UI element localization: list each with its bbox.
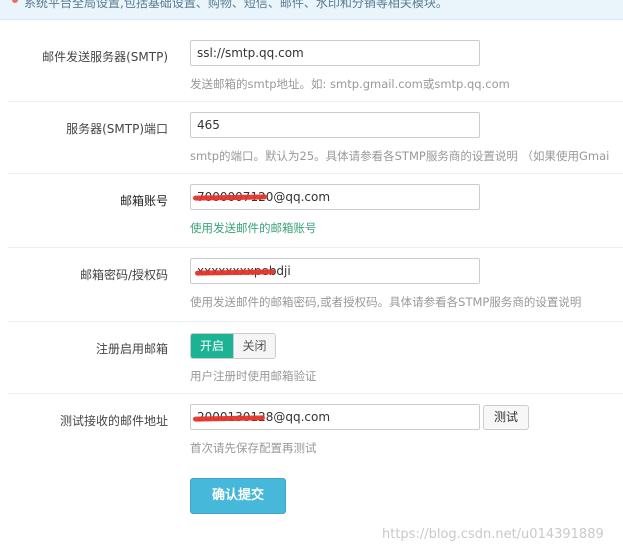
notice-dot-icon: [12, 0, 18, 3]
register-email-toggle[interactable]: 开启 关闭: [190, 333, 276, 359]
email-account-help: 使用发送邮件的邮箱账号: [190, 221, 317, 235]
smtp-server-label: 邮件发送服务器(SMTP): [42, 50, 168, 64]
register-email-help: 用户注册时使用邮箱验证: [190, 369, 317, 383]
notice-text: 系统平台全局设置,包括基础设置、购物、短信、邮件、水印和分销等相关模块。: [24, 0, 448, 10]
test-button[interactable]: 测试: [483, 405, 529, 430]
toggle-off-button[interactable]: 关闭: [233, 334, 275, 358]
smtp-port-label: 服务器(SMTP)端口: [66, 122, 168, 136]
submit-button[interactable]: 确认提交: [190, 478, 286, 514]
smtp-port-help: smtp的端口。默认为25。具体请参看各STMP服务商的设置说明 （如果使用Gm…: [190, 149, 610, 163]
email-account-label: 邮箱账号: [119, 194, 168, 208]
test-email-label: 测试接收的邮件地址: [59, 414, 168, 428]
form-row-register-email: 注册启用邮箱 开启 关闭 用户注册时使用邮箱验证: [8, 322, 623, 394]
form-row-email-password: 邮箱密码/授权码 使用发送邮件的邮箱密码,或者授权码。具体请参看各STMP服务商…: [8, 248, 623, 322]
form-row-smtp-port: 服务器(SMTP)端口 smtp的端口。默认为25。具体请参看各STMP服务商的…: [8, 102, 623, 174]
notice-bar: 系统平台全局设置,包括基础设置、购物、短信、邮件、水印和分销等相关模块。: [0, 0, 623, 20]
form-row-email-account: 邮箱账号 使用发送邮件的邮箱账号: [8, 174, 623, 248]
form-row-smtp-server: 邮件发送服务器(SMTP) 发送邮箱的smtp地址。如: smtp.gmail.…: [8, 30, 623, 102]
form-row-test-email: 测试接收的邮件地址 测试 首次请先保存配置再测试: [8, 394, 623, 464]
register-email-label: 注册启用邮箱: [95, 342, 168, 356]
watermark-text: https://blog.csdn.net/u014391889: [382, 527, 604, 542]
smtp-server-input[interactable]: [190, 40, 480, 66]
smtp-port-input[interactable]: [190, 112, 480, 138]
smtp-server-help: 发送邮箱的smtp地址。如: smtp.gmail.com或smtp.qq.co…: [190, 77, 510, 91]
email-password-help: 使用发送邮件的邮箱密码,或者授权码。具体请参看各STMP服务商的设置说明: [190, 295, 582, 309]
toggle-on-button[interactable]: 开启: [191, 334, 233, 358]
email-password-label: 邮箱密码/授权码: [79, 268, 168, 282]
test-email-help: 首次请先保存配置再测试: [190, 441, 317, 455]
